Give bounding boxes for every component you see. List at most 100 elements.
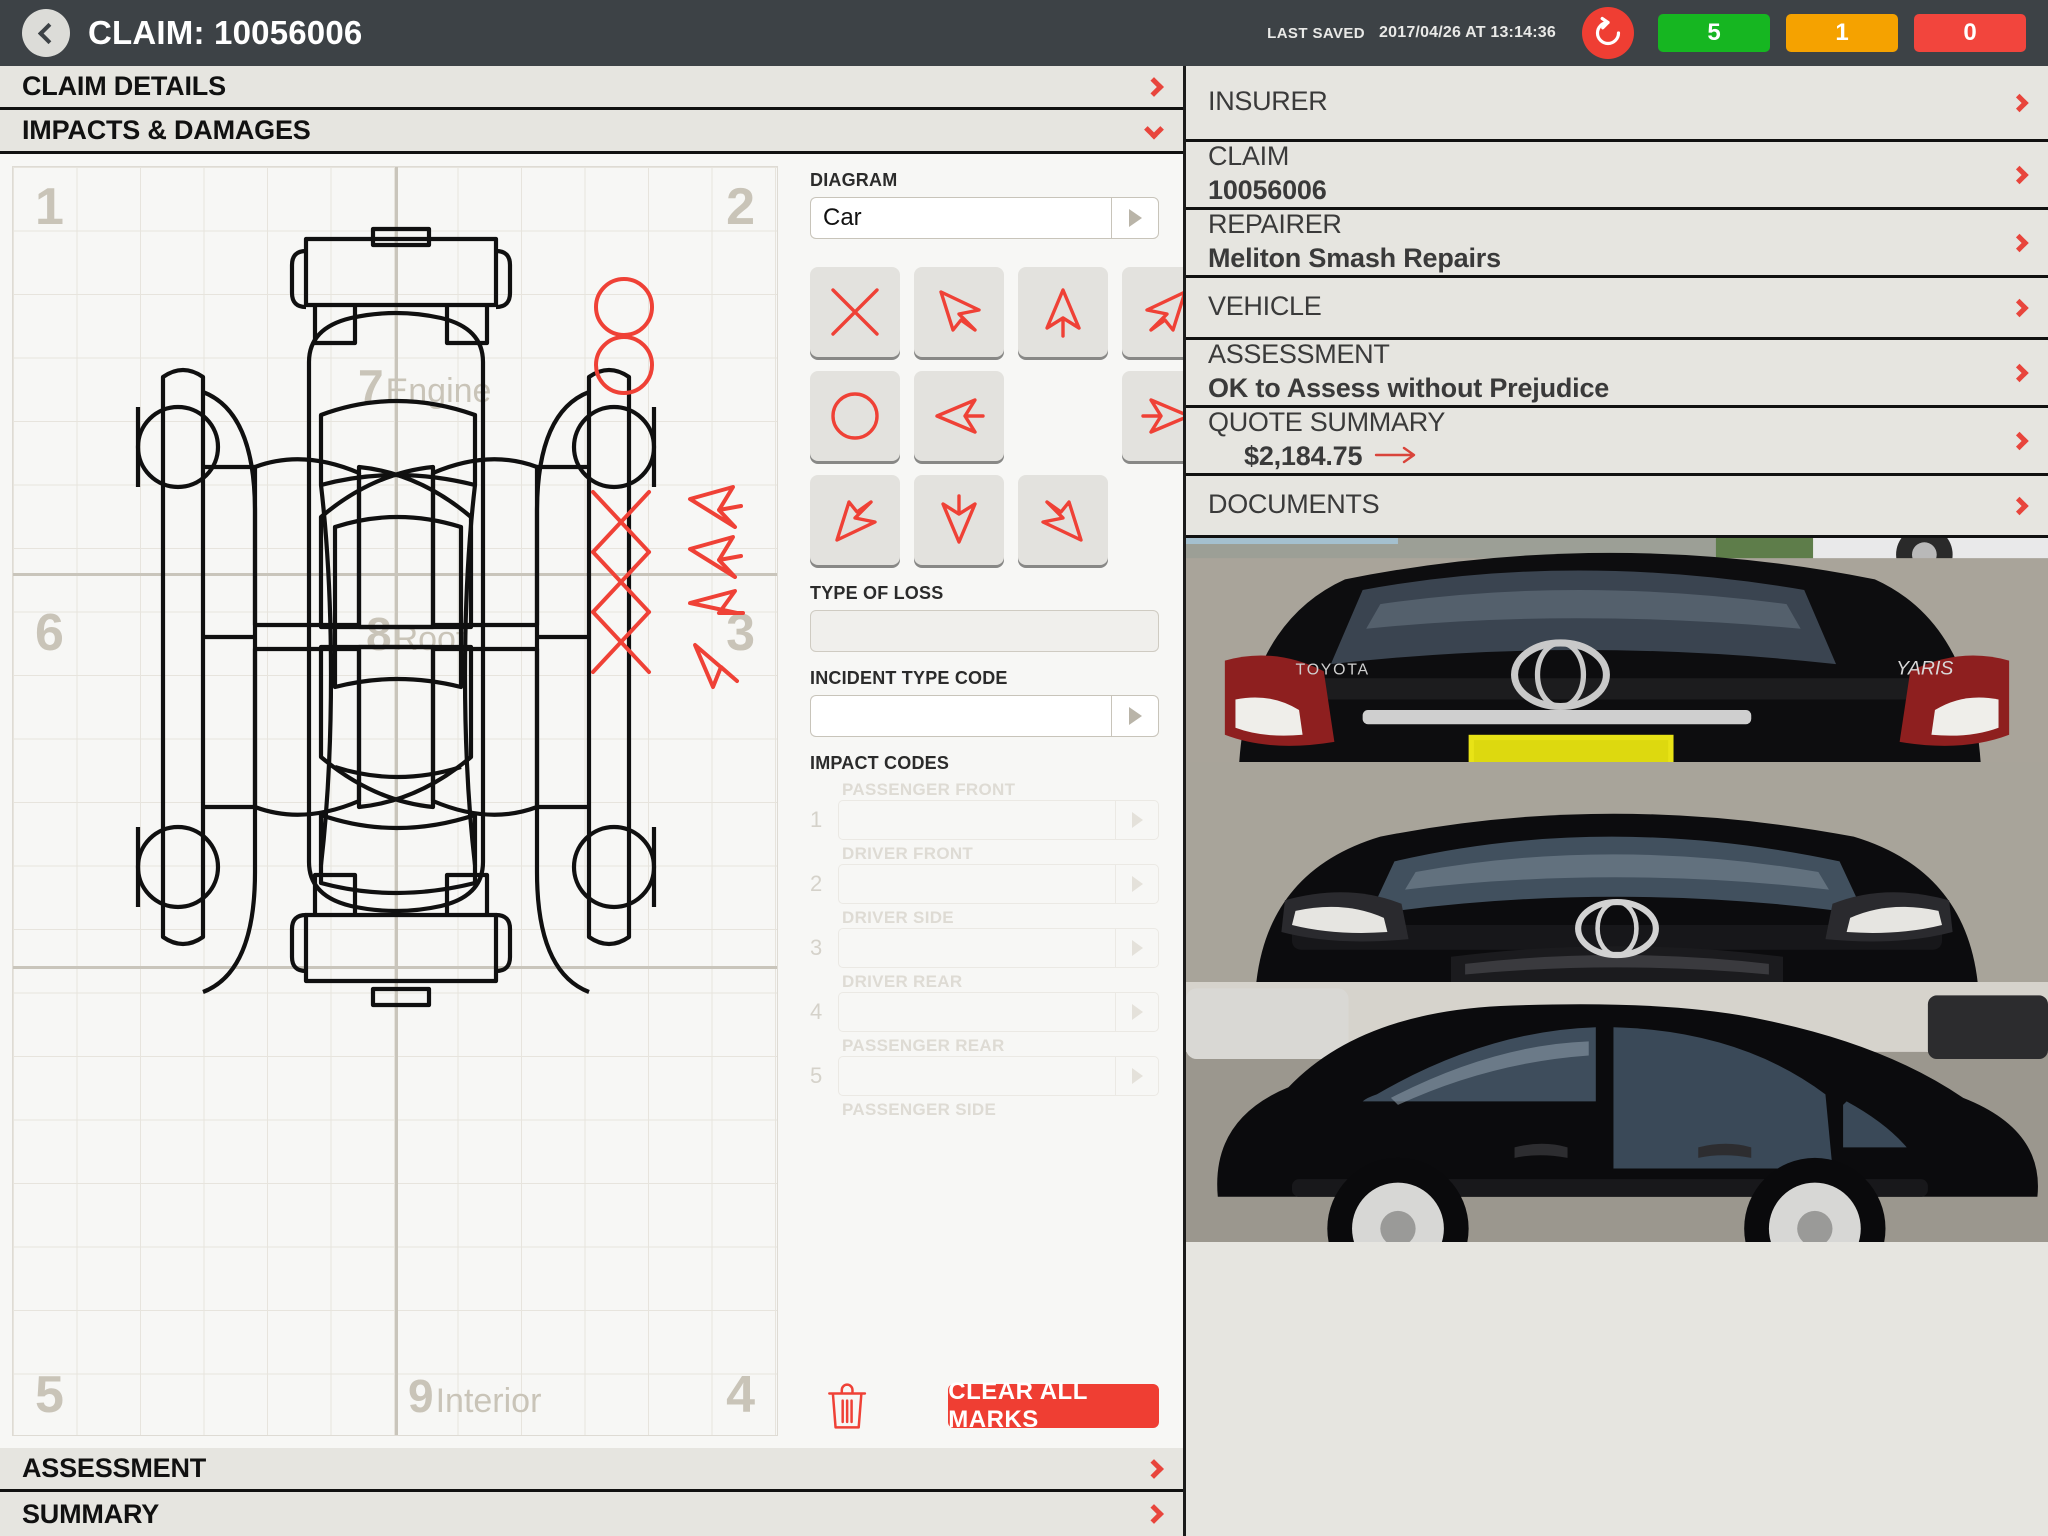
impact-code-input[interactable] — [838, 992, 1115, 1032]
chevron-right-icon — [1144, 1459, 1164, 1479]
back-button[interactable] — [22, 9, 70, 57]
impact-codes-list: PASSENGER FRONT 1 DRIVER FRONT 2 — [810, 780, 1159, 1124]
type-of-loss-label: TYPE OF LOSS — [810, 583, 1159, 604]
mark-tool-arrow-downleft[interactable] — [810, 475, 900, 565]
amber-count-badge[interactable]: 1 — [1786, 14, 1898, 52]
impact-code-arrow[interactable] — [1115, 800, 1159, 840]
mark-tool-blank — [1018, 371, 1108, 461]
sidebar-item-quote-summary[interactable]: QUOTE SUMMARY $2,184.75 — [1186, 408, 2048, 476]
impact-code-input[interactable] — [838, 1056, 1115, 1096]
diagram-select[interactable]: Car — [810, 197, 1159, 239]
cross-icon — [827, 284, 883, 340]
impact-code-arrow[interactable] — [1115, 864, 1159, 904]
accordion-summary[interactable]: SUMMARY — [0, 1492, 1183, 1536]
impact-code-index: 2 — [810, 871, 838, 897]
diagram-actions: CLEAR ALL MARKS — [810, 1372, 1159, 1448]
sidebar-item-documents[interactable]: DOCUMENTS — [1186, 476, 2048, 538]
arrow-cursor-downleft-icon — [827, 492, 883, 548]
sidebar-item-claim[interactable]: CLAIM 10056006 — [1186, 142, 2048, 210]
vehicle-photo-rear-image: NEW SOUTH WALES www.philgilbert.com.au T… — [1186, 538, 2048, 762]
mark-tool-arrow-down[interactable] — [914, 475, 1004, 565]
sidebar-item-repairer[interactable]: REPAIRER Meliton Smash Repairs — [1186, 210, 2048, 278]
impact-code-input[interactable] — [838, 864, 1115, 904]
zone-label-interior: 9 Interior — [408, 1373, 541, 1419]
trash-icon[interactable] — [824, 1378, 870, 1434]
incident-type-code-arrow[interactable] — [1111, 695, 1159, 737]
vehicle-photo-front[interactable] — [1186, 762, 2048, 982]
claim-app: CLAIM: 10056006 LAST SAVED 2017/04/26 AT… — [0, 0, 2048, 1536]
quote-amount-row: $2,184.75 — [1244, 438, 2026, 472]
sidebar-item-assessment[interactable]: ASSESSMENT OK to Assess without Prejudic… — [1186, 340, 2048, 408]
diagram-form-column: DIAGRAM Car — [790, 154, 1183, 1448]
zone-label-interior-num: 9 — [408, 1373, 434, 1419]
vehicle-photo-rear[interactable]: NEW SOUTH WALES www.philgilbert.com.au T… — [1186, 538, 2048, 762]
mark-tool-arrow-upright[interactable] — [1122, 267, 1183, 357]
green-count-badge[interactable]: 5 — [1658, 14, 1770, 52]
impact-code-row: PASSENGER FRONT 1 — [810, 780, 1159, 840]
zone-number-4: 4 — [726, 1369, 755, 1421]
mark-tool-arrow-up[interactable] — [1018, 267, 1108, 357]
arrow-down-icon — [931, 492, 987, 548]
vehicle-photos: NEW SOUTH WALES www.philgilbert.com.au T… — [1186, 538, 2048, 1536]
impact-code-line[interactable]: 4 — [810, 992, 1159, 1032]
sidebar-item-vehicle[interactable]: VEHICLE — [1186, 278, 2048, 340]
triangle-right-icon — [1129, 707, 1142, 725]
svg-text:YARIS: YARIS — [1896, 658, 1953, 680]
status-badges: 5 1 0 — [1658, 14, 2026, 52]
impact-code-arrow[interactable] — [1115, 1056, 1159, 1096]
mark-tool-arrow-downright[interactable] — [1018, 475, 1108, 565]
accordion-claim-details-label: CLAIM DETAILS — [22, 71, 226, 102]
diagram-select-value[interactable]: Car — [810, 197, 1111, 239]
impact-code-line[interactable]: 1 — [810, 800, 1159, 840]
impact-code-line[interactable]: 5 — [810, 1056, 1159, 1096]
accordion-impacts-damages-label: IMPACTS & DAMAGES — [22, 115, 311, 146]
mark-tool-arrow-right[interactable] — [1122, 371, 1183, 461]
refresh-button[interactable] — [1582, 7, 1634, 59]
damage-circle-2 — [596, 337, 652, 393]
incident-type-code-select[interactable] — [810, 695, 1159, 737]
mark-tool-cross[interactable] — [810, 267, 900, 357]
impact-code-arrow[interactable] — [1115, 992, 1159, 1032]
page-title: CLAIM: 10056006 — [88, 14, 362, 52]
impact-code-caption: PASSENGER SIDE — [842, 1100, 1159, 1120]
impact-code-input[interactable] — [838, 928, 1115, 968]
mark-tool-circle[interactable] — [810, 371, 900, 461]
triangle-right-icon — [1132, 1004, 1143, 1020]
sidebar-item-quote-value: $2,184.75 — [1244, 440, 1362, 472]
impacts-panel: 1 2 3 4 5 6 7 Engine 8 Roof — [0, 154, 1183, 1448]
chevron-right-icon — [1144, 77, 1164, 97]
incident-type-code-label: INCIDENT TYPE CODE — [810, 668, 1159, 689]
clear-all-marks-button[interactable]: CLEAR ALL MARKS — [948, 1384, 1159, 1428]
accordion-claim-details[interactable]: CLAIM DETAILS — [0, 66, 1183, 110]
app-body: CLAIM DETAILS IMPACTS & DAMAGES 1 2 — [0, 66, 2048, 1536]
mark-tool-arrow-upleft[interactable] — [914, 267, 1004, 357]
sidebar-item-repairer-caption: REPAIRER — [1208, 209, 2026, 240]
incident-type-code-value[interactable] — [810, 695, 1111, 737]
vehicle-diagram-canvas[interactable]: 1 2 3 4 5 6 7 Engine 8 Roof — [12, 166, 778, 1436]
impact-code-row: DRIVER REAR 4 — [810, 972, 1159, 1032]
triangle-right-icon — [1132, 812, 1143, 828]
impact-code-row: DRIVER FRONT 2 — [810, 844, 1159, 904]
mark-tool-arrow-left[interactable] — [914, 371, 1004, 461]
impact-code-row: PASSENGER REAR 5 — [810, 1036, 1159, 1096]
sidebar-item-insurer-caption: INSURER — [1208, 86, 2026, 117]
accordion-impacts-damages[interactable]: IMPACTS & DAMAGES — [0, 110, 1183, 154]
impact-code-row: PASSENGER SIDE — [810, 1100, 1159, 1120]
accordion-assessment[interactable]: ASSESSMENT — [0, 1448, 1183, 1492]
impact-code-caption: DRIVER FRONT — [842, 844, 1159, 864]
impact-code-index: 5 — [810, 1063, 838, 1089]
impact-code-line[interactable]: 2 — [810, 864, 1159, 904]
sidebar-item-insurer[interactable]: INSURER — [1186, 66, 2048, 142]
last-saved-label: LAST SAVED — [1267, 25, 1365, 42]
impact-code-arrow[interactable] — [1115, 928, 1159, 968]
sidebar-item-assessment-value: OK to Assess without Prejudice — [1208, 372, 2026, 404]
type-of-loss-input[interactable] — [810, 610, 1159, 652]
damage-arrow-4 — [695, 645, 737, 687]
arrow-right-icon — [1139, 388, 1183, 444]
red-count-badge[interactable]: 0 — [1914, 14, 2026, 52]
vehicle-photo-side[interactable] — [1186, 982, 2048, 1242]
sidebar-item-documents-caption: DOCUMENTS — [1208, 489, 2026, 520]
impact-code-line[interactable]: 3 — [810, 928, 1159, 968]
diagram-select-arrow[interactable] — [1111, 197, 1159, 239]
impact-code-input[interactable] — [838, 800, 1115, 840]
